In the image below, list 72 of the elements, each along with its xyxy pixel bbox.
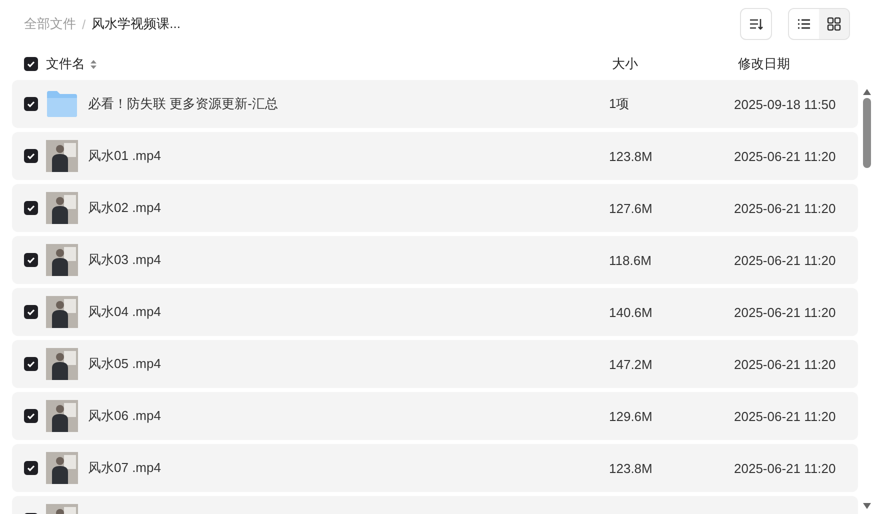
modified-date: 2025-06-21 11:20 <box>734 200 837 216</box>
select-all-checkbox[interactable] <box>24 57 38 71</box>
check-icon <box>26 255 36 265</box>
modified-date: 2025-06-21 11:20 <box>734 148 837 164</box>
file-name[interactable]: 风水01 .mp4 <box>88 147 609 165</box>
check-icon <box>26 59 36 69</box>
modified-date: 2025-06-21 11:20 <box>734 356 837 372</box>
file-name[interactable]: 必看！防失联 更多资源更新-汇总 <box>88 95 609 113</box>
video-thumbnail <box>46 452 78 484</box>
file-row[interactable]: 风水04 .mp4 140.6M 2025-06-21 11:20 <box>12 288 858 336</box>
video-thumbnail <box>46 400 78 432</box>
check-icon <box>26 359 36 369</box>
file-size: 1项 <box>609 95 630 113</box>
scrollbar-thumb[interactable] <box>863 98 871 168</box>
modified-date: 2025-09-18 11:50 <box>734 96 837 112</box>
scroll-up-icon[interactable] <box>862 88 872 96</box>
row-checkbox[interactable] <box>24 201 38 215</box>
check-icon <box>26 151 36 161</box>
file-name[interactable]: 风水02 .mp4 <box>88 199 609 217</box>
file-row[interactable]: 风水05 .mp4 147.2M 2025-06-21 11:20 <box>12 340 858 388</box>
row-checkbox[interactable] <box>24 305 38 319</box>
column-header[interactable]: 文件名 <box>46 55 85 73</box>
check-icon <box>26 203 36 213</box>
file-size: 118.6M <box>609 252 652 268</box>
breadcrumb-item: 风水学视频课... <box>92 15 180 33</box>
scroll-down-icon[interactable] <box>862 502 872 510</box>
row-checkbox[interactable] <box>24 253 38 267</box>
file-size: 140.6M <box>609 304 654 320</box>
folder-icon <box>46 90 78 118</box>
file-name[interactable]: 风水03 .mp4 <box>88 251 609 269</box>
file-row[interactable]: 风水02 .mp4 127.6M 2025-06-21 11:20 <box>12 184 858 232</box>
video-thumbnail <box>46 140 78 172</box>
row-checkbox[interactable] <box>24 97 38 111</box>
modified-date: 2025-06-21 11:20 <box>734 460 837 476</box>
file-name[interactable]: 风水06 .mp4 <box>88 407 609 425</box>
modified-date: 2025-06-21 11:20 <box>734 408 837 424</box>
row-checkbox[interactable] <box>24 461 38 475</box>
sort-button[interactable] <box>740 8 772 40</box>
file-size: 123.8M <box>609 460 654 476</box>
column-header[interactable]: 修改日期 <box>738 55 874 73</box>
sort-arrows-icon[interactable] <box>90 58 97 70</box>
sort-icon <box>749 17 763 31</box>
row-checkbox[interactable] <box>24 357 38 371</box>
modified-date: 2025-06-21 11:20 <box>734 304 837 320</box>
file-row[interactable]: 风水01 .mp4 123.8M 2025-06-21 11:20 <box>12 132 858 180</box>
video-thumbnail <box>46 192 78 224</box>
file-name[interactable]: 风水04 .mp4 <box>88 303 609 321</box>
check-icon <box>26 99 36 109</box>
check-icon <box>26 307 36 317</box>
breadcrumb-separator: / <box>82 16 86 32</box>
list-view-button[interactable] <box>789 9 819 39</box>
check-icon <box>26 463 36 473</box>
column-header[interactable]: 大小 <box>612 55 738 73</box>
video-thumbnail <box>46 244 78 276</box>
modified-date: 2025-06-21 11:20 <box>734 252 837 268</box>
video-thumbnail <box>46 296 78 328</box>
row-checkbox[interactable] <box>24 149 38 163</box>
video-thumbnail <box>46 348 78 380</box>
file-row[interactable]: 风水06 .mp4 129.6M 2025-06-21 11:20 <box>12 392 858 440</box>
file-row[interactable]: 风水07 .mp4 123.8M 2025-06-21 11:20 <box>12 444 858 492</box>
file-row[interactable]: 风水03 .mp4 118.6M 2025-06-21 11:20 <box>12 236 858 284</box>
file-size: 129.6M <box>609 408 654 424</box>
file-size: 127.6M <box>609 200 654 216</box>
file-size: 147.2M <box>609 356 654 372</box>
grid-icon <box>827 17 841 31</box>
row-checkbox[interactable] <box>24 409 38 423</box>
file-size: 123.8M <box>609 148 654 164</box>
check-icon <box>26 411 36 421</box>
file-name[interactable]: 风水05 .mp4 <box>88 355 609 373</box>
list-icon <box>797 18 811 30</box>
file-name[interactable]: 风水07 .mp4 <box>88 459 609 477</box>
file-row[interactable]: 必看！防失联 更多资源更新-汇总 1项 2025-09-18 11:50 <box>12 80 858 128</box>
